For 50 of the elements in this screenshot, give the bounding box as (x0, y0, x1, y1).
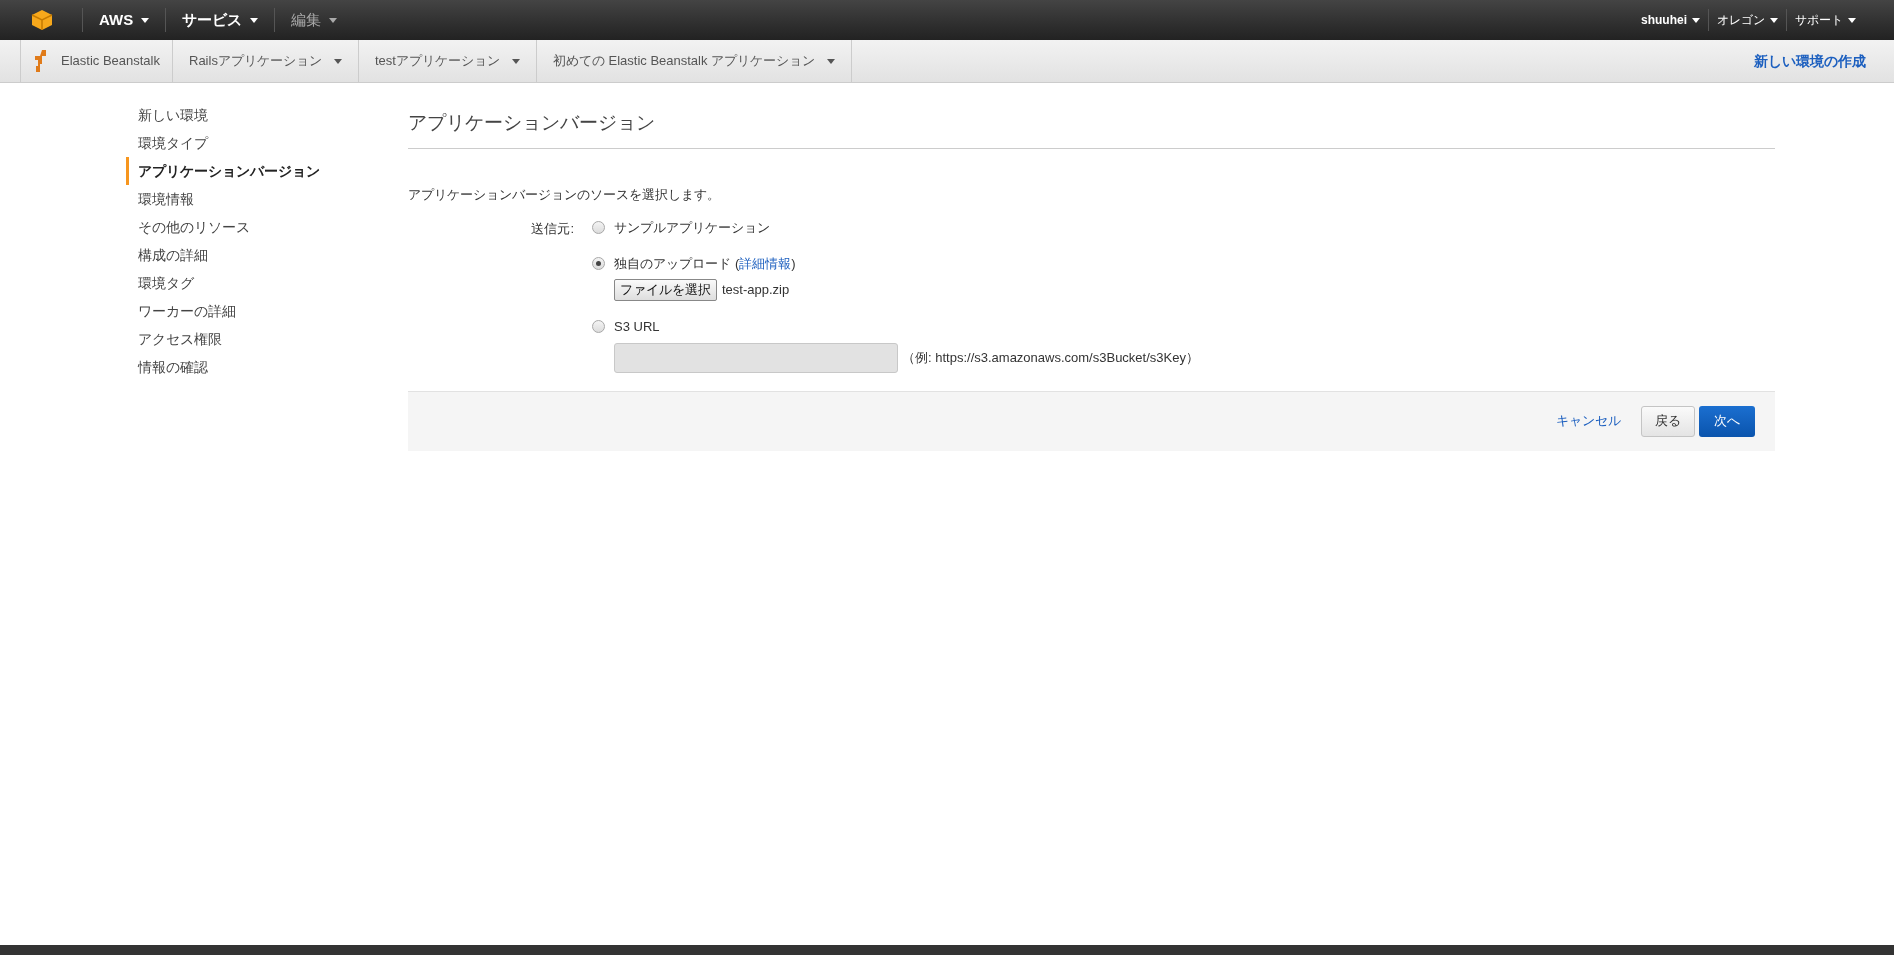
option-label: 独自のアップロード (614, 254, 731, 273)
create-environment-link[interactable]: 新しい環境の作成 (1754, 50, 1866, 72)
sidebar-item[interactable]: アクセス権限 (126, 325, 408, 353)
caret-icon (511, 58, 520, 64)
caret-icon (329, 17, 338, 23)
breadcrumb-menu[interactable]: Railsアプリケーション (173, 40, 359, 82)
cube-logo-icon (30, 8, 54, 32)
option-label: S3 URL (614, 318, 660, 336)
description-text: アプリケーションバージョンのソースを選択します。 (408, 185, 721, 204)
breadcrumb-menu[interactable]: testアプリケーション (358, 40, 537, 82)
caret-icon (250, 17, 259, 23)
caret-icon (827, 58, 836, 64)
radio-button[interactable] (592, 256, 605, 270)
breadcrumb-menu[interactable]: 初めての Elastic Beanstalk アプリケーション (536, 40, 853, 82)
sidebar-item[interactable]: その他のリソース (126, 213, 408, 241)
paren-text: ( (735, 254, 740, 273)
paren-text: ) (791, 254, 796, 273)
nav-menu[interactable]: サポート (1787, 11, 1864, 29)
sidebar-item[interactable]: アプリケーションバージョン (126, 157, 408, 185)
caret-icon (141, 17, 150, 23)
sidebar-item[interactable]: 環境タイプ (126, 129, 408, 157)
next-button[interactable]: 次へ (1699, 405, 1755, 437)
file-name-text: test-app.zip (722, 281, 790, 300)
nav-menu[interactable]: shuuhei (1633, 11, 1708, 29)
source-label: 送信元: (530, 220, 575, 238)
example-hint: （例: https://s3.amazonaws.com/s3Bucket/s3Key） (902, 348, 1199, 367)
beanstalk-logo-icon (33, 49, 49, 73)
option-label: サンプルアプリケーション (614, 219, 770, 237)
sidebar-item[interactable]: 環境タグ (126, 269, 408, 297)
caret-icon (1848, 17, 1856, 23)
sidebar-item[interactable]: 新しい環境 (126, 101, 408, 129)
nav-menu[interactable]: サービス (166, 8, 275, 32)
radio-button[interactable] (592, 320, 605, 334)
page-title: アプリケーションバージョン (408, 109, 1775, 149)
sidebar-item[interactable]: ワーカーの詳細 (126, 297, 408, 325)
nav-menu[interactable]: 編集 (275, 8, 354, 32)
caret-icon (333, 58, 342, 64)
cancel-link[interactable]: キャンセル (1556, 411, 1621, 431)
radio-button[interactable] (592, 221, 605, 235)
choose-file-button[interactable]: ファイルを選択 (614, 279, 717, 301)
caret-icon (1770, 17, 1778, 23)
nav-menu[interactable]: オレゴン (1709, 11, 1786, 29)
back-button[interactable]: 戻る (1641, 405, 1695, 437)
sidebar-item[interactable]: 環境情報 (126, 185, 408, 213)
caret-icon (1692, 17, 1700, 23)
nav-menu[interactable]: AWS (83, 8, 166, 32)
sidebar-item[interactable]: 構成の詳細 (126, 241, 408, 269)
service-link[interactable]: Elastic Beanstalk (20, 40, 173, 82)
sidebar-item[interactable]: 情報の確認 (126, 353, 408, 381)
details-link[interactable]: 詳細情報 (739, 253, 792, 273)
